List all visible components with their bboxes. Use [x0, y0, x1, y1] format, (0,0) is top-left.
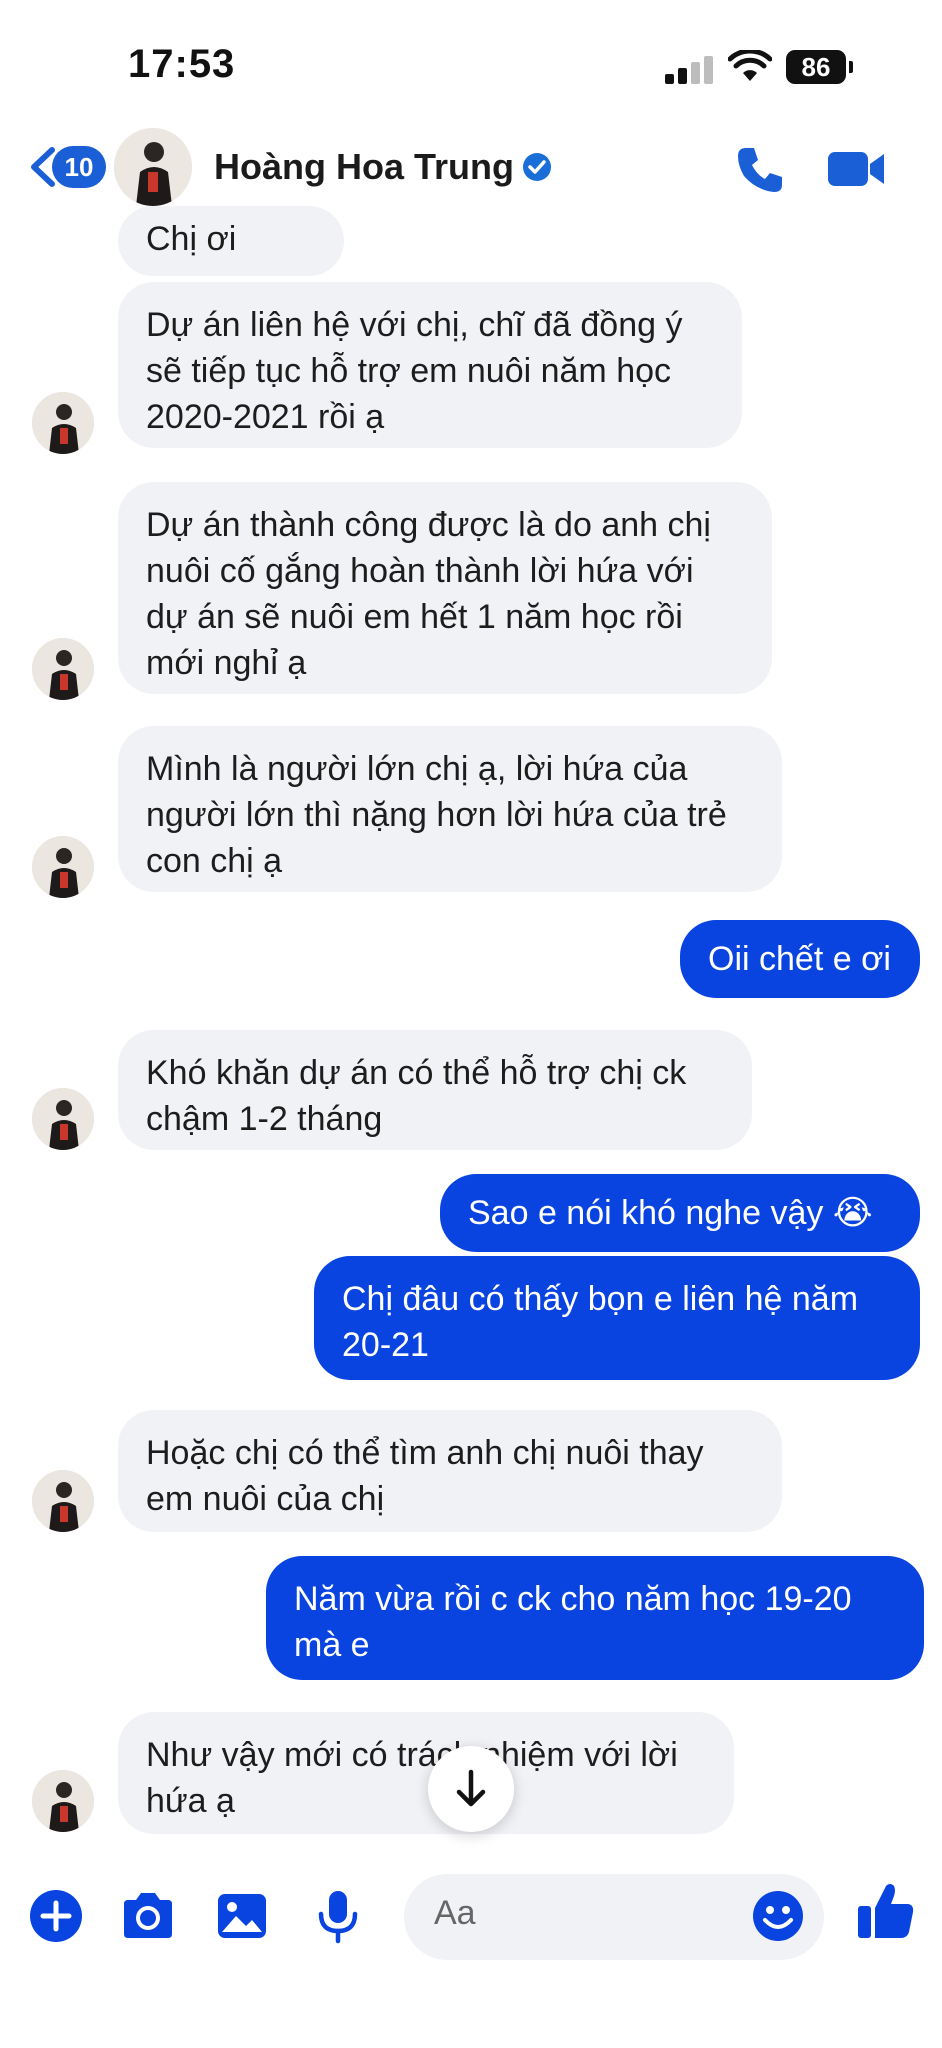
- arrow-down-icon: [456, 1769, 486, 1807]
- thumbs-up-icon[interactable]: [856, 1880, 916, 1942]
- sender-avatar: [32, 392, 94, 454]
- message-outgoing[interactable]: Oii chết e ơi: [680, 920, 920, 998]
- sender-avatar: [32, 1770, 94, 1832]
- message-outgoing[interactable]: Chị đâu có thấy bọn e liên hệ năm 20-21: [314, 1256, 920, 1380]
- messenger-chat-screen: 17:53 86 10 Hoàng Hoa Trung Chị ơi Dự án…: [0, 0, 942, 2048]
- emoji-icon[interactable]: [750, 1888, 806, 1944]
- plus-icon[interactable]: [28, 1888, 84, 1944]
- contact-name[interactable]: Hoàng Hoa Trung: [214, 146, 552, 188]
- unread-count-badge: 10: [52, 146, 106, 188]
- phone-icon[interactable]: [734, 144, 786, 196]
- wifi-icon: [728, 50, 772, 81]
- camera-icon[interactable]: [120, 1888, 176, 1944]
- message-incoming[interactable]: Như vậy mới có trách nhiệm với lời hứa ạ: [118, 1712, 734, 1834]
- message-incoming[interactable]: Hoặc chị có thể tìm anh chị nuôi thay em…: [118, 1410, 782, 1532]
- video-camera-icon[interactable]: [826, 146, 886, 192]
- image-icon[interactable]: [214, 1888, 270, 1944]
- back-button[interactable]: 10: [26, 140, 106, 194]
- cellular-signal-icon: [665, 56, 713, 84]
- message-incoming[interactable]: Mình là người lớn chị ạ, lời hứa của ngư…: [118, 726, 782, 892]
- message-outgoing[interactable]: Sao e nói khó nghe vậy 😭: [440, 1174, 920, 1252]
- message-incoming[interactable]: Khó khăn dự án có thể hỗ trợ chị ck chậm…: [118, 1030, 752, 1150]
- message-incoming[interactable]: Dự án liên hệ với chị, chĩ đã đồng ý sẽ …: [118, 282, 742, 448]
- message-incoming[interactable]: Dự án thành công được là do anh chị nuôi…: [118, 482, 772, 694]
- sender-avatar: [32, 1088, 94, 1150]
- sender-avatar: [32, 836, 94, 898]
- verified-badge-icon: [523, 153, 551, 181]
- sender-avatar: [32, 1470, 94, 1532]
- scroll-to-bottom-button[interactable]: [428, 1746, 514, 1832]
- message-outgoing[interactable]: Năm vừa rồi c ck cho năm học 19-20 mà e: [266, 1556, 924, 1680]
- contact-name-text: Hoàng Hoa Trung: [214, 146, 514, 187]
- message-input[interactable]: Aa: [404, 1874, 824, 1960]
- message-incoming[interactable]: Chị ơi: [118, 206, 344, 276]
- status-time: 17:53: [128, 42, 236, 86]
- sender-avatar: [32, 638, 94, 700]
- microphone-icon[interactable]: [310, 1888, 366, 1944]
- contact-avatar[interactable]: [114, 128, 192, 206]
- message-input-placeholder: Aa: [434, 1894, 476, 1932]
- battery-indicator: 86: [786, 50, 853, 84]
